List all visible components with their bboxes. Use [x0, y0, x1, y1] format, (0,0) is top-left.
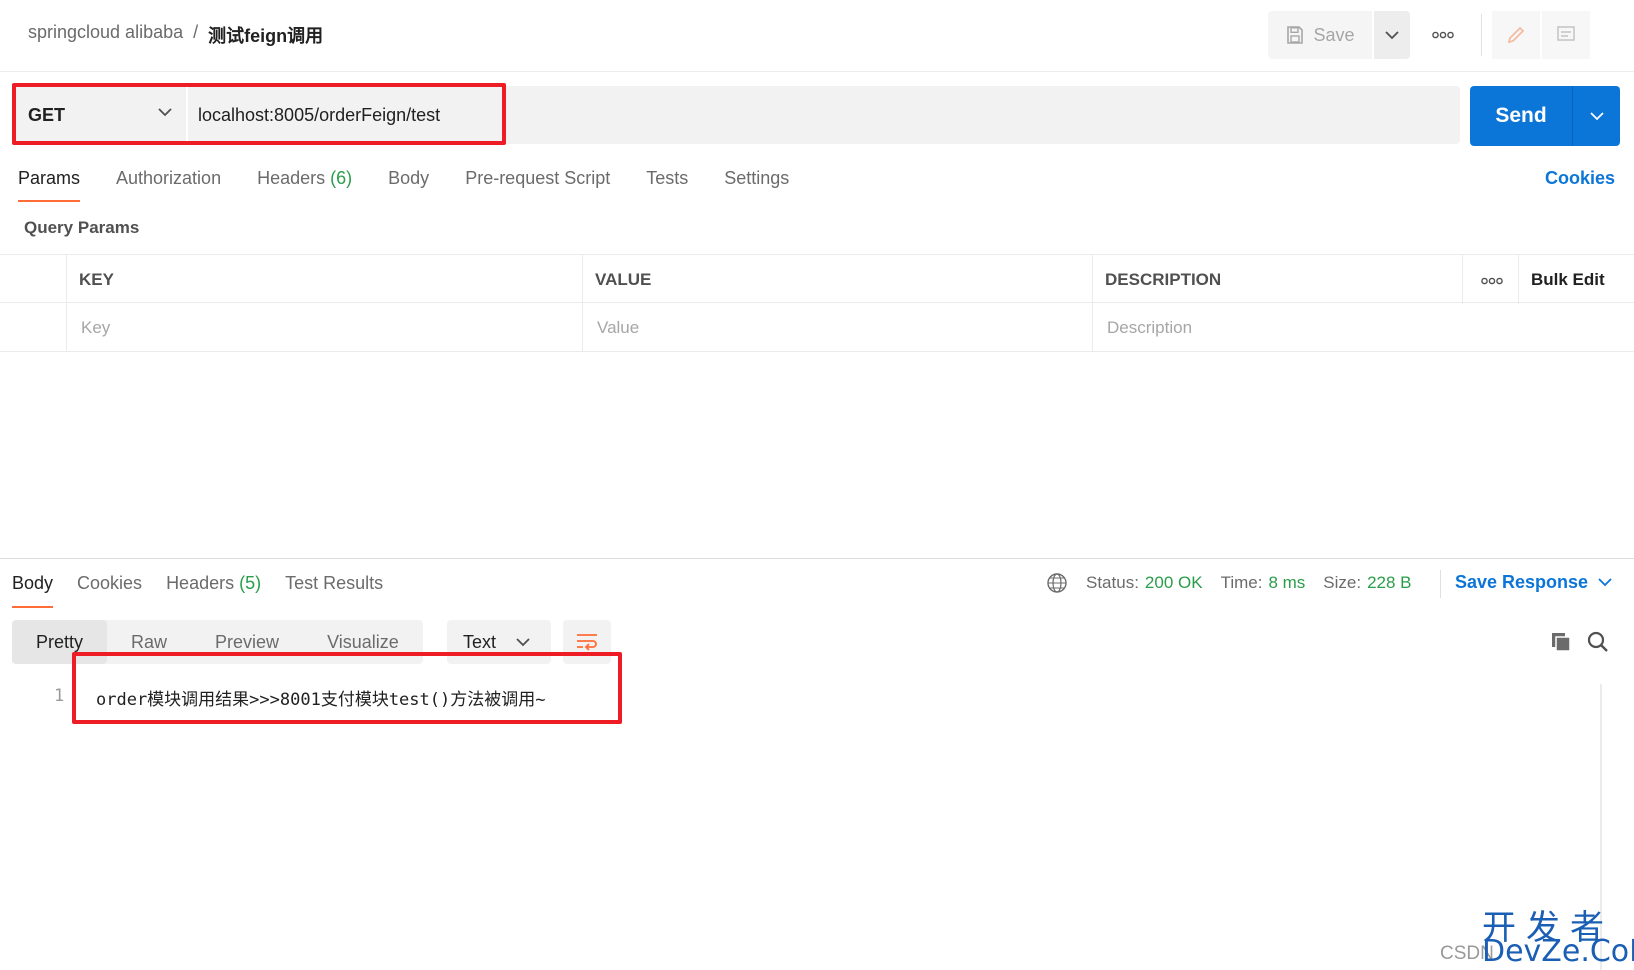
save-options-button[interactable] — [1374, 11, 1410, 59]
response-meta: Status: 200 OK Time: 8 ms Size: 228 B — [1046, 572, 1430, 594]
copy-icon[interactable] — [1550, 631, 1572, 658]
query-params-title: Query Params — [24, 218, 140, 237]
column-key: KEY — [66, 255, 582, 304]
chevron-down-icon — [1589, 111, 1604, 120]
size-value: 228 B — [1367, 573, 1412, 592]
tab-pre-request-script[interactable]: Pre-request Script — [465, 168, 610, 202]
bulk-edit-button[interactable]: Bulk Edit — [1518, 255, 1634, 304]
globe-icon[interactable] — [1046, 572, 1068, 594]
highlight-box-response — [72, 652, 622, 724]
table-row: Key Value Description — [0, 303, 1634, 352]
more-icon — [1481, 277, 1503, 285]
table-header-row: KEY VALUE DESCRIPTION Bulk Edit — [0, 254, 1634, 304]
save-button[interactable]: Save — [1268, 11, 1372, 59]
more-actions-button[interactable] — [1428, 22, 1458, 48]
value-input[interactable]: Value — [582, 303, 1092, 352]
watermark-en: DevZe.CoM — [1482, 934, 1634, 969]
tab-settings[interactable]: Settings — [724, 168, 789, 202]
search-icon[interactable] — [1586, 630, 1610, 659]
response-headers-count: (5) — [239, 573, 262, 593]
send-button-group: Send — [1470, 86, 1620, 146]
save-response-button[interactable]: Save Response — [1455, 572, 1612, 593]
breadcrumb-request-name[interactable]: 测试feign调用 — [208, 22, 323, 48]
tab-authorization[interactable]: Authorization — [116, 168, 221, 202]
request-header: springcloud alibaba / 测试feign调用 Save — [0, 0, 1634, 72]
tab-headers[interactable]: Headers (6) — [257, 168, 352, 202]
send-button[interactable]: Send — [1470, 86, 1572, 146]
comments-button[interactable] — [1542, 11, 1590, 59]
headers-count: (6) — [330, 168, 353, 188]
tab-params[interactable]: Params — [18, 168, 81, 202]
cookies-link[interactable]: Cookies — [1545, 168, 1615, 189]
chevron-down-icon — [1598, 578, 1612, 587]
save-icon — [1287, 26, 1304, 44]
edit-button[interactable] — [1492, 11, 1540, 59]
breadcrumb-collection[interactable]: springcloud alibaba — [28, 22, 183, 48]
status-value: 200 OK — [1144, 573, 1203, 592]
comment-icon — [1557, 26, 1575, 41]
request-tabs: Params Authorization Headers (6) Body Pr… — [18, 168, 825, 202]
description-input[interactable]: Description — [1092, 303, 1634, 352]
format-value: Text — [463, 631, 497, 652]
query-params-table: KEY VALUE DESCRIPTION Bulk Edit Key Valu… — [0, 254, 1634, 352]
tab-tests[interactable]: Tests — [646, 168, 688, 202]
pencil-icon — [1507, 26, 1525, 44]
save-group: Save — [1268, 11, 1410, 59]
send-options-button[interactable] — [1572, 86, 1620, 146]
header-divider — [1481, 14, 1482, 56]
save-response-label: Save Response — [1455, 572, 1589, 592]
size-info[interactable]: Size: 228 B — [1323, 573, 1411, 593]
response-divider[interactable] — [0, 558, 1634, 559]
save-response-divider — [1440, 570, 1441, 598]
response-tabs: Body Cookies Headers (5) Test Results — [12, 573, 407, 608]
column-value: VALUE — [582, 255, 1092, 304]
column-options-button[interactable] — [1462, 255, 1518, 304]
tab-body[interactable]: Body — [388, 168, 429, 202]
breadcrumb-separator: / — [193, 22, 199, 42]
time-info[interactable]: Time: 8 ms — [1221, 573, 1306, 593]
breadcrumb: springcloud alibaba / 测试feign调用 — [28, 22, 323, 48]
line-number: 1 — [54, 686, 65, 706]
chevron-down-icon — [516, 637, 530, 646]
time-value: 8 ms — [1268, 573, 1306, 592]
chevron-down-icon — [1385, 30, 1399, 39]
response-tab-body[interactable]: Body — [12, 573, 54, 608]
response-tab-headers[interactable]: Headers (5) — [166, 573, 261, 608]
more-icon — [1432, 31, 1454, 39]
key-input[interactable]: Key — [66, 303, 582, 352]
column-description: DESCRIPTION — [1092, 255, 1462, 304]
response-tab-cookies[interactable]: Cookies — [77, 573, 142, 608]
save-label: Save — [1313, 24, 1355, 45]
highlight-box-request — [12, 83, 506, 145]
status-info[interactable]: Status: 200 OK — [1086, 573, 1203, 593]
wrap-lines-icon — [577, 634, 597, 651]
response-tab-test-results[interactable]: Test Results — [285, 573, 383, 608]
